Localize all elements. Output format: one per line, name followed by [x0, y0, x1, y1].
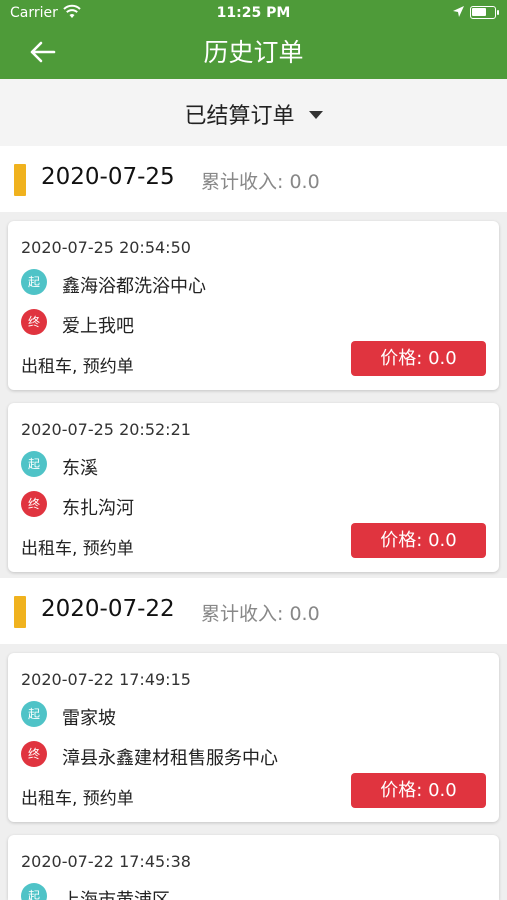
order-card[interactable]: 2020-07-22 17:49:15 起 雷家坡 终 漳县永鑫建材租售服务中心…	[8, 653, 499, 822]
start-tag: 起	[21, 269, 47, 295]
start-tag: 起	[21, 701, 47, 727]
order-time: 2020-07-22 17:49:15	[21, 670, 191, 689]
order-filter-dropdown[interactable]: 已结算订单	[0, 79, 507, 146]
start-address: 雷家坡	[62, 708, 116, 729]
end-address: 东扎沟河	[62, 498, 134, 519]
price-badge: 价格: 0.0	[351, 773, 486, 808]
order-type: 出租车, 预约单	[21, 789, 134, 809]
start-address: 鑫海浴都洗浴中心	[62, 276, 206, 297]
end-tag: 终	[21, 741, 47, 767]
page-title: 历史订单	[203, 38, 304, 67]
order-time: 2020-07-25 20:52:21	[21, 420, 191, 439]
nav-bar: Carrier 11:25 PM 历史订单	[0, 0, 507, 79]
start-address: 上海市黄浦区	[62, 886, 170, 900]
date-section-header: 2020-07-22 累计收入: 0.0	[0, 578, 507, 644]
section-accent-bar	[14, 596, 26, 628]
order-time: 2020-07-25 20:54:50	[21, 238, 191, 257]
order-type: 出租车, 预约单	[21, 539, 134, 559]
section-income: 累计收入: 0.0	[201, 603, 320, 625]
order-time: 2020-07-22 17:45:38	[21, 852, 191, 871]
start-address: 东溪	[62, 458, 98, 479]
battery-icon	[470, 6, 499, 19]
price-badge: 价格: 0.0	[351, 523, 486, 558]
price-badge: 价格: 0.0	[351, 341, 486, 376]
end-tag: 终	[21, 491, 47, 517]
location-arrow-icon	[452, 5, 465, 22]
end-tag: 终	[21, 309, 47, 335]
order-type: 出租车, 预约单	[21, 357, 134, 377]
order-card[interactable]: 2020-07-25 20:54:50 起 鑫海浴都洗浴中心 终 爱上我吧 出租…	[8, 221, 499, 390]
status-time: 11:25 PM	[216, 5, 291, 21]
order-card[interactable]: 2020-07-22 17:45:38 起 上海市黄浦区	[8, 835, 499, 900]
start-tag: 起	[21, 451, 47, 477]
filter-label: 已结算订单	[184, 104, 295, 129]
order-card[interactable]: 2020-07-25 20:52:21 起 东溪 终 东扎沟河 出租车, 预约单…	[8, 403, 499, 572]
section-income: 累计收入: 0.0	[201, 171, 320, 193]
date-section-header: 2020-07-25 累计收入: 0.0	[0, 146, 507, 212]
section-date: 2020-07-22	[41, 596, 175, 622]
status-bar: Carrier 11:25 PM	[0, 0, 507, 28]
start-tag: 起	[21, 883, 47, 900]
end-address: 爱上我吧	[62, 316, 134, 337]
section-accent-bar	[14, 164, 26, 196]
caret-down-icon	[308, 111, 323, 119]
end-address: 漳县永鑫建材租售服务中心	[62, 748, 278, 769]
section-date: 2020-07-25	[41, 164, 175, 190]
